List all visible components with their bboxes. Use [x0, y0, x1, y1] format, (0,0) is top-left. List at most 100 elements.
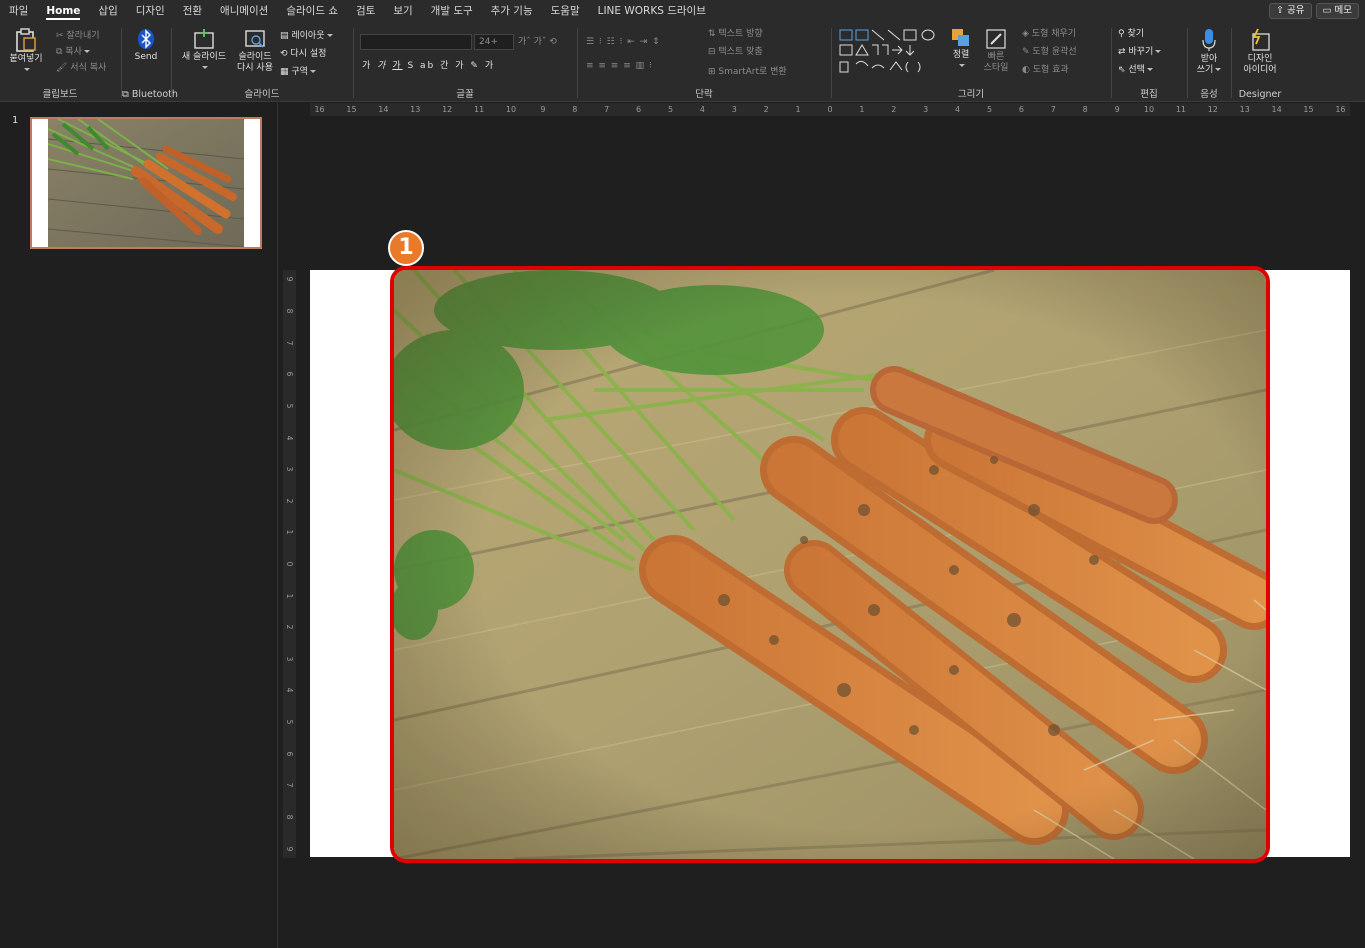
shape-effects-button[interactable]: ◐ 도형 효과: [1022, 64, 1069, 76]
section-button[interactable]: ▦ 구역: [280, 66, 316, 78]
replace-icon: ⇄: [1118, 47, 1129, 57]
ruler-tick: 1: [795, 105, 801, 114]
designer-group: 디자인 아이디어 Designer: [1232, 22, 1288, 102]
clipboard-group-label: 클립보드: [42, 89, 78, 100]
slide-thumbnail[interactable]: [30, 117, 262, 249]
ruler-tick: 13: [1239, 105, 1250, 114]
layout-button[interactable]: ▤ 레이아웃: [280, 30, 333, 42]
shape-outline-button[interactable]: ✎ 도형 윤곽선: [1022, 46, 1077, 58]
cut-button[interactable]: ✂ 잘라내기: [56, 30, 100, 42]
arrange-icon: [952, 29, 969, 46]
list-buttons[interactable]: ☰ ⁝ ☷ ⁝ ⇤ ⇥ ⇕: [586, 36, 661, 48]
tab-view[interactable]: 보기: [384, 0, 421, 22]
align-buttons[interactable]: ≡ ≡ ≡ ≡ ▥ ⁝: [586, 60, 653, 72]
clipboard-icon: [16, 28, 36, 52]
share-icon: ⇪: [1276, 5, 1288, 16]
find-button[interactable]: ⚲ 찾기: [1118, 28, 1144, 40]
font-size-buttons[interactable]: 가ˆ 가ˇ ⟲: [518, 36, 557, 48]
reset-button[interactable]: ⟲ 다시 설정: [280, 48, 326, 60]
ruler-tick: 0: [285, 561, 294, 567]
ruler-tick: 7: [1050, 105, 1056, 114]
format-painter-button[interactable]: 🖌 서식 복사: [56, 62, 106, 74]
carrots-image: [394, 270, 1266, 859]
tab-slideshow[interactable]: 슬라이드 쇼: [277, 0, 347, 22]
tab-help[interactable]: 도움말: [542, 0, 589, 22]
select-button[interactable]: ⇖ 선택: [1118, 64, 1153, 76]
shape-fill-button[interactable]: ◈ 도형 채우기: [1022, 28, 1076, 40]
smartart-button[interactable]: ⊞ SmartArt로 변환: [708, 66, 787, 78]
ruler-tick: 4: [699, 105, 705, 114]
comments-button[interactable]: ▭ 메모: [1315, 3, 1359, 19]
ruler-tick: 9: [540, 105, 546, 114]
tab-addins[interactable]: 추가 기능: [482, 0, 542, 22]
ruler-tick: 14: [1271, 105, 1282, 114]
ruler-tick: 5: [285, 403, 294, 409]
align-text-button[interactable]: ⊟ 텍스트 맞춤: [708, 46, 763, 58]
design-ideas-icon: [1252, 28, 1270, 51]
shapes-gallery[interactable]: [838, 28, 942, 76]
cursor-icon: ⇖: [1118, 65, 1129, 75]
effects-icon: ◐: [1022, 65, 1033, 75]
bluetooth-icon: [138, 29, 154, 49]
ruler-tick: 3: [285, 466, 294, 472]
carrots-thumbnail-image: [48, 119, 244, 247]
ruler-tick: 7: [285, 782, 294, 788]
ruler-tick: 11: [1175, 105, 1186, 114]
font-style-buttons[interactable]: 가 가 가 S ab 간 가 ✎ 가: [362, 60, 495, 72]
tab-review[interactable]: 검토: [347, 0, 384, 22]
text-direction-button[interactable]: ⇅ 텍스트 방향: [708, 28, 763, 40]
fill-bucket-icon: ◈: [1022, 29, 1032, 39]
replace-button[interactable]: ⇄ 바꾸기: [1118, 46, 1162, 58]
menu-bar: 파일 Home 삽입 디자인 전환 애니메이션 슬라이드 쇼 검토 보기 개발 …: [0, 0, 1365, 22]
ruler-tick: 1: [859, 105, 865, 114]
tab-insert[interactable]: 삽입: [89, 0, 126, 22]
bluetooth-send-button[interactable]: Send: [130, 28, 162, 63]
ruler-tick: 1: [285, 529, 294, 535]
ruler-tick: 12: [1207, 105, 1218, 114]
ruler-tick: 2: [285, 498, 294, 504]
design-ideas-button[interactable]: 디자인 아이디어: [1238, 28, 1282, 76]
ruler-tick: 3: [731, 105, 737, 114]
designer-group-label: Designer: [1238, 89, 1282, 100]
voice-group: 받아 쓰기 음성: [1188, 22, 1230, 102]
tab-developer[interactable]: 개발 도구: [422, 0, 482, 22]
quick-styles-button[interactable]: 빠른 스타일: [978, 28, 1014, 74]
horizontal-ruler: 16 15 14 13 12 11 10 9 8 7 6 5 4 3 2 1 0 1 2 3 4 5 6 7 8 9 10 11 12 1…: [310, 103, 1350, 116]
font-size-field[interactable]: 24+: [474, 34, 514, 50]
tab-file[interactable]: 파일: [0, 0, 37, 22]
copy-button[interactable]: ⧉ 복사: [56, 46, 90, 58]
paragraph-group: ☰ ⁝ ☷ ⁝ ⇤ ⇥ ⇕ ≡ ≡ ≡ ≡ ▥ ⁝ ⇅ 텍스트 방향 ⊟ 텍스트…: [578, 22, 830, 102]
ruler-tick: 9: [285, 277, 294, 282]
ruler-tick: 0: [827, 105, 833, 114]
brush-icon: 🖌: [56, 63, 71, 73]
tab-home[interactable]: Home: [37, 0, 89, 22]
new-slide-icon: [194, 29, 214, 49]
font-group: 24+ 가ˆ 가ˇ ⟲ 가 가 가 S ab 간 가 ✎ 가 글꼴: [354, 22, 576, 102]
ruler-tick: 9: [1114, 105, 1120, 114]
share-button[interactable]: ⇪ 공유: [1269, 3, 1312, 19]
ruler-tick: 6: [1018, 105, 1024, 114]
ruler-tick: 9: [285, 846, 294, 851]
highlight-icon: ✎: [470, 61, 480, 71]
slides-group-label: 슬라이드: [244, 89, 280, 100]
ruler-tick: 13: [410, 105, 421, 114]
reuse-slides-button[interactable]: 슬라이드 다시 사용: [230, 28, 280, 74]
ruler-tick: 8: [285, 308, 294, 314]
arrange-button[interactable]: 정렬: [948, 28, 974, 72]
carrots-photo[interactable]: [390, 266, 1270, 863]
ruler-tick: 5: [285, 719, 294, 725]
ruler-tick: 12: [442, 105, 453, 114]
font-name-field[interactable]: [360, 34, 472, 50]
tab-design[interactable]: 디자인: [127, 0, 174, 22]
microphone-icon: [1202, 29, 1216, 51]
ruler-tick: 6: [285, 751, 294, 757]
dictate-button[interactable]: 받아 쓰기: [1192, 28, 1226, 76]
section-icon: ▦: [280, 67, 292, 77]
ruler-tick: 5: [986, 105, 993, 114]
tab-transitions[interactable]: 전환: [174, 0, 211, 22]
tab-lineworks-drive[interactable]: LINE WORKS 드라이브: [589, 0, 715, 22]
tab-animations[interactable]: 애니메이션: [211, 0, 277, 22]
paste-button[interactable]: 붙여넣기: [6, 28, 46, 76]
new-slide-button[interactable]: 새 슬라이드: [176, 28, 232, 74]
ruler-tick: 10: [1143, 105, 1155, 114]
